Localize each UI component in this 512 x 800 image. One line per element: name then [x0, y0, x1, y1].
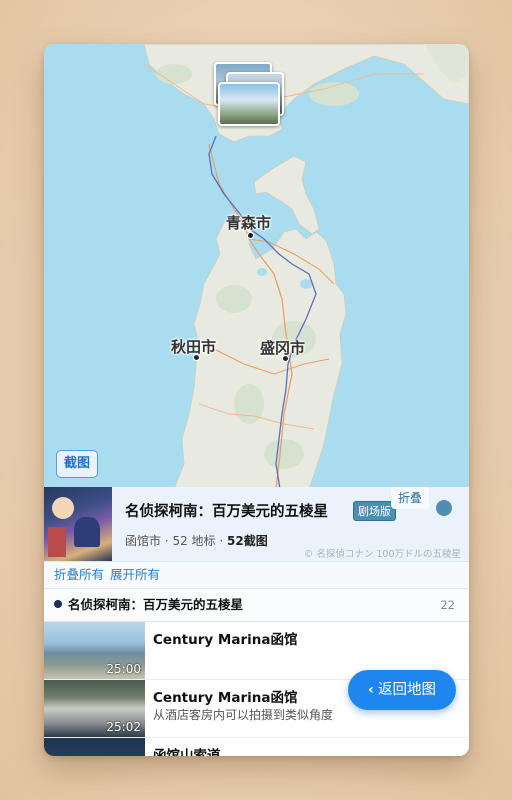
section-count: 22 [440, 598, 455, 612]
spot-image [44, 738, 145, 756]
work-poster[interactable] [44, 487, 112, 561]
work-header[interactable]: 名侦探柯南：百万美元的五棱星 剧场版 折叠 函馆市 · 52 地标 · 52截图… [44, 487, 469, 561]
work-meta: 函馆市 · 52 地标 · 52截图 [125, 532, 268, 549]
back-to-map-button[interactable]: ‹ 返回地图 [348, 670, 456, 710]
cluster-photo [218, 82, 280, 126]
app-window: 青森市 秋田市 盛冈市 截图 名侦探柯南：百万美元的五棱星 剧场版 折叠 函馆市… [44, 44, 469, 756]
spot-name: Century Marina函馆 [153, 632, 298, 648]
city-label-aomori: 青森市 [226, 214, 272, 232]
meta-separator: · [215, 534, 228, 548]
expand-controls: 折叠所有 展开所有 [44, 561, 469, 588]
city-marker-aomori [247, 232, 254, 239]
back-to-map-label: 返回地图 [377, 682, 436, 698]
city-label-morioka: 盛冈市 [260, 339, 306, 357]
copyright-text: © 名探偵コナン 100万ドルの五稜星 [303, 549, 461, 560]
spot-item[interactable]: 函馆山索道 [44, 738, 469, 756]
work-screenshots: 52截图 [227, 534, 268, 548]
toggle-dot[interactable] [436, 500, 452, 516]
spot-description: 从酒店客房内可以拍摄到类似角度 [153, 708, 334, 722]
work-panel: 名侦探柯南：百万美元的五棱星 剧场版 折叠 函馆市 · 52 地标 · 52截图… [44, 487, 469, 756]
section-bullet [54, 600, 62, 608]
map-view[interactable]: 青森市 秋田市 盛冈市 截图 [44, 44, 469, 489]
spot-image: 25:00 [44, 622, 145, 679]
expand-all-link[interactable]: 展开所有 [110, 567, 160, 582]
chevron-left-icon: ‹ [368, 682, 374, 698]
collapse-all-link[interactable]: 折叠所有 [54, 567, 104, 582]
section-header[interactable]: 名侦探柯南：百万美元的五棱星 22 [44, 588, 469, 622]
section-title: 名侦探柯南：百万美元的五棱星 [68, 597, 244, 612]
spot-timestamp: 25:00 [106, 662, 141, 676]
spot-image: 25:02 [44, 680, 145, 737]
spot-name: Century Marina函馆 [153, 690, 298, 706]
work-title: 名侦探柯南：百万美元的五棱星 [125, 504, 328, 520]
spot-name: 函馆山索道 [153, 748, 221, 756]
work-city: 函馆市 [125, 534, 162, 548]
spot-timestamp: 25:02 [106, 720, 141, 734]
screenshot-button[interactable]: 截图 [56, 450, 98, 478]
photo-cluster-marker[interactable] [214, 62, 284, 126]
meta-separator: · [161, 534, 173, 548]
work-landmarks: 52 地标 [172, 534, 216, 548]
city-label-akita: 秋田市 [171, 338, 217, 356]
fold-button[interactable]: 折叠 [391, 487, 429, 509]
type-badge: 剧场版 [353, 501, 396, 521]
